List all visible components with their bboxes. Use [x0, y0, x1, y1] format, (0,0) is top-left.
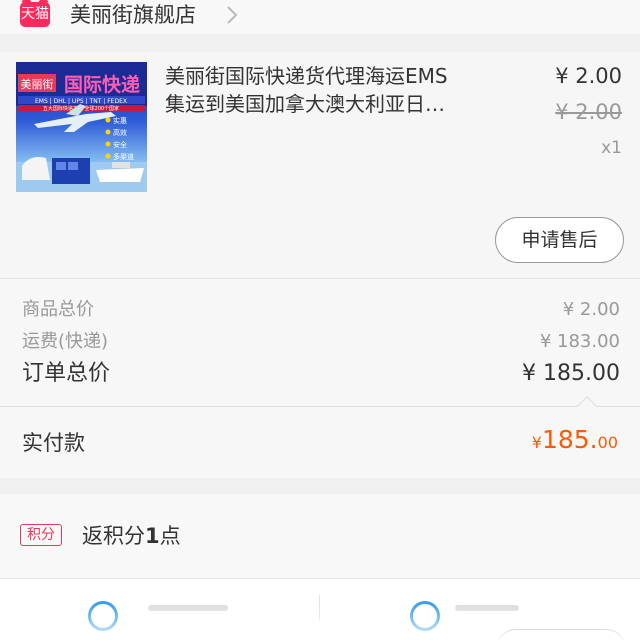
points-text-suffix: 点: [159, 524, 181, 548]
points-badge: 积分: [20, 524, 62, 546]
bottom-fade-overlay: [0, 604, 640, 640]
payment-currency: ¥: [531, 433, 542, 452]
thumb-banner-text: 国际快递: [64, 73, 140, 96]
product-thumbnail-art: 美丽街 国际快递 EMS | DHL | UPS | TNT | FEDEX 五…: [16, 62, 147, 192]
goods-total-label: 商品总价: [22, 299, 94, 320]
store-name[interactable]: 美丽街旗舰店: [70, 1, 196, 29]
actual-payment-row: 实付款 ¥185.00: [0, 396, 640, 478]
shipping-fee-row: 运费(快递) ¥ 183.00: [22, 327, 620, 353]
thumb-carriers-text: EMS | DHL | UPS | TNT | FEDEX: [35, 98, 127, 105]
product-price: ¥ 2.00: [555, 64, 622, 88]
product-item[interactable]: 美丽街 国际快递 EMS | DHL | UPS | TNT | FEDEX 五…: [0, 52, 640, 278]
points-text-prefix: 返积分: [82, 524, 145, 548]
thumb-feature: 多渠道: [113, 152, 134, 161]
product-original-price: ¥ 2.00: [555, 100, 622, 124]
goods-total-value: ¥ 2.00: [562, 299, 620, 320]
order-total-value: ¥ 185.00: [522, 361, 620, 386]
thumb-feature: 安全: [113, 140, 127, 149]
tmall-logo-badge: 天猫: [20, 2, 50, 27]
product-title[interactable]: 美丽街国际快递货代理海运EMS 集运到美国加拿大澳大利亚日…: [165, 62, 505, 118]
actual-payment-label: 实付款: [22, 431, 85, 455]
product-title-line: 集运到美国加拿大澳大利亚日…: [165, 92, 445, 116]
payment-amount-int: 185.: [541, 425, 598, 454]
goods-total-row: 商品总价 ¥ 2.00: [22, 295, 620, 321]
points-count: 1: [145, 524, 160, 548]
payment-amount-dec: 00: [597, 433, 618, 452]
order-total-label: 订单总价: [22, 361, 111, 386]
points-reward-row: 积分 返积分1点: [0, 494, 640, 578]
product-title-line: 美丽街国际快递货代理海运EMS: [165, 64, 448, 88]
product-thumbnail[interactable]: 美丽街 国际快递 EMS | DHL | UPS | TNT | FEDEX 五…: [16, 62, 147, 192]
thumb-feature: 实惠: [113, 116, 127, 125]
thumb-brand-text: 美丽街: [21, 77, 54, 91]
order-summary: 商品总价 ¥ 2.00 运费(快递) ¥ 183.00 订单总价 ¥ 185.0…: [0, 278, 640, 406]
product-quantity: x1: [601, 138, 622, 158]
apply-aftersale-button[interactable]: 申请售后: [495, 217, 624, 263]
shipping-fee-value: ¥ 183.00: [539, 331, 620, 352]
shipping-fee-label: 运费(快递): [22, 331, 109, 352]
actual-payment-amount: ¥185.00: [532, 425, 618, 454]
store-header[interactable]: 天猫 美丽街旗舰店: [0, 0, 640, 34]
thumb-feature-list: 实惠 高效 安全 多渠道: [105, 116, 134, 161]
order-total-row: 订单总价 ¥ 185.00: [22, 355, 620, 387]
thumb-feature: 高效: [113, 128, 127, 137]
chevron-right-icon[interactable]: [221, 4, 243, 26]
points-reward-text: 返积分1点: [82, 520, 181, 550]
